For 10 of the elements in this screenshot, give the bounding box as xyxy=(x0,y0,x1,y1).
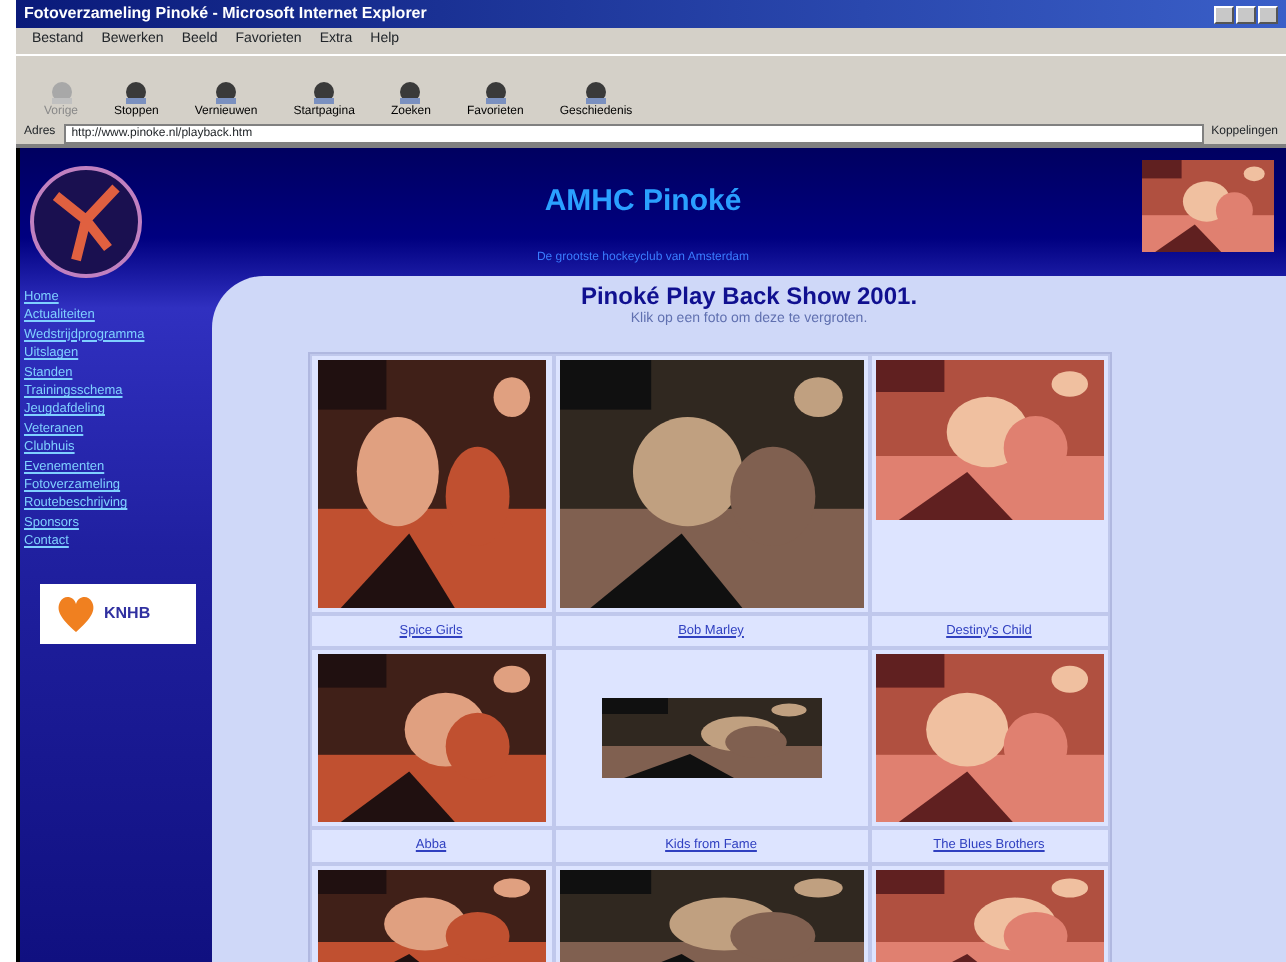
close-button[interactable] xyxy=(1258,5,1278,23)
sponsor-name: KNHB xyxy=(104,601,151,626)
window-title: Fotoverzameling Pinoké - Microsoft Internet Explorer xyxy=(24,2,427,26)
minimize-button[interactable] xyxy=(1214,5,1234,23)
club-logo-icon xyxy=(28,160,144,284)
maximize-button[interactable] xyxy=(1236,5,1256,23)
heart-icon xyxy=(56,593,96,634)
site-title: AMHC Pinoké xyxy=(542,182,744,222)
sponsor-logo[interactable]: KNHB xyxy=(40,583,196,644)
page-heading: Pinoké Play Back Show 2001. xyxy=(580,284,918,310)
